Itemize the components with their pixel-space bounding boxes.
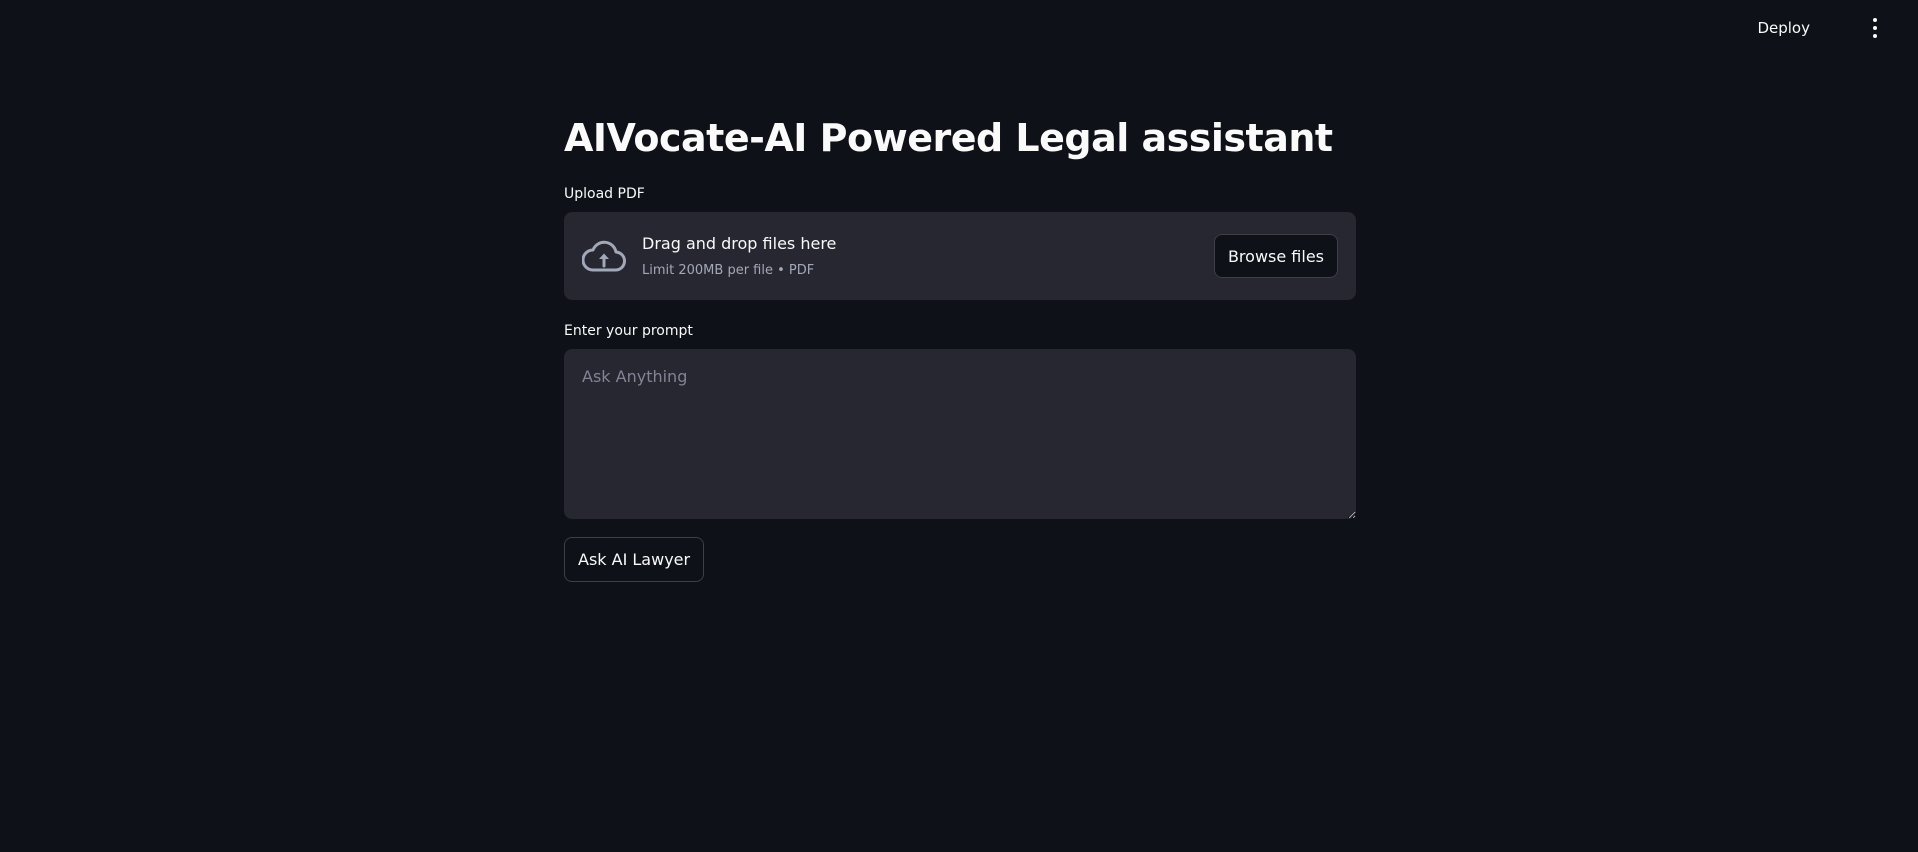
cloud-upload-icon	[582, 240, 626, 272]
kebab-menu-icon[interactable]	[1868, 18, 1882, 38]
prompt-label: Enter your prompt	[564, 323, 693, 339]
prompt-textarea[interactable]	[564, 349, 1356, 519]
file-dropzone[interactable]: Drag and drop files here Limit 200MB per…	[564, 212, 1356, 300]
main-content: AIVocate-AI Powered Legal assistant Uplo…	[564, 112, 1356, 582]
menu-dot	[1873, 34, 1877, 38]
page-title: AIVocate-AI Powered Legal assistant	[564, 116, 1333, 160]
browse-files-button[interactable]: Browse files	[1213, 234, 1338, 278]
top-header: Deploy	[0, 0, 1918, 58]
deploy-button[interactable]: Deploy	[1753, 17, 1814, 39]
menu-dot	[1873, 26, 1877, 30]
dropzone-text: Drag and drop files here Limit 200MB per…	[642, 234, 836, 279]
dropzone-title: Drag and drop files here	[642, 234, 837, 253]
menu-dot	[1873, 18, 1877, 22]
dropzone-limit: Limit 200MB per file • PDF	[642, 263, 815, 278]
ask-ai-lawyer-button[interactable]: Ask AI Lawyer	[564, 537, 705, 582]
upload-label: Upload PDF	[564, 186, 645, 202]
